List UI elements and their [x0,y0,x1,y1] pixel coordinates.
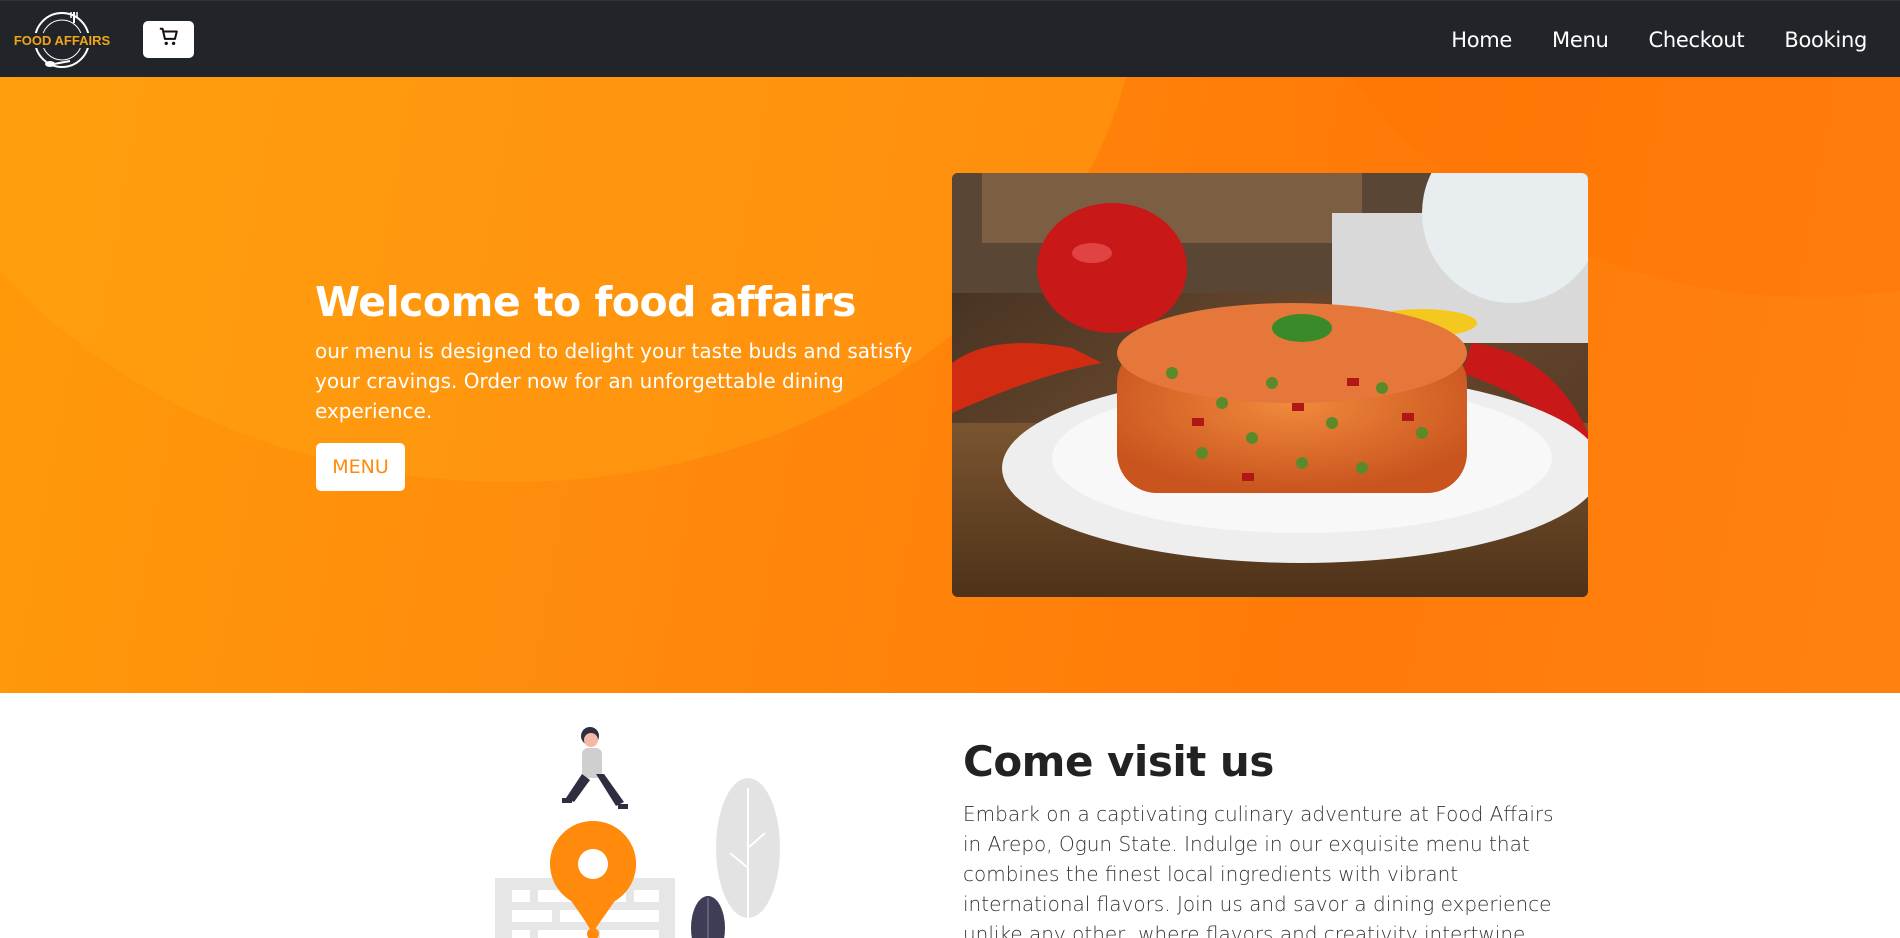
logo-text: FOOD AFFAIRS [14,33,111,48]
hero-title: Welcome to food affairs [315,278,856,326]
visit-section: Come visit us Embark on a captivating cu… [0,693,1900,938]
navbar: FOOD AFFAIRS Home Menu Checkout Booking [0,0,1900,77]
brand-logo[interactable]: FOOD AFFAIRS [10,9,114,71]
menu-button[interactable]: MENU [316,443,405,491]
cart-button[interactable] [143,21,194,58]
visit-description: Embark on a captivating culinary adventu… [963,802,1554,938]
hero-description: our menu is designed to delight your tas… [315,339,913,423]
location-illustration [490,718,790,938]
nav-booking-link[interactable]: Booking [1764,28,1867,52]
nav-links: Home Menu Checkout Booking [1431,1,1867,78]
visit-title: Come visit us [963,737,1274,786]
hero-section: Welcome to food affairs our menu is desi… [0,77,1900,693]
nav-checkout-link[interactable]: Checkout [1629,28,1765,52]
nav-menu-link[interactable]: Menu [1532,28,1628,52]
nav-home-link[interactable]: Home [1431,28,1532,52]
cart-icon [158,26,180,53]
jollof-rice-image [952,173,1588,597]
